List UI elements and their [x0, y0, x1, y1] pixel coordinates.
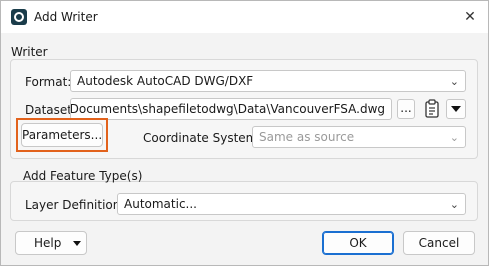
clipboard-icon[interactable] — [424, 99, 440, 118]
feature-type-group-label: Add Feature Type(s) — [23, 169, 143, 183]
help-menu-arrow-icon — [73, 241, 81, 246]
dataset-menu-button[interactable] — [446, 99, 466, 119]
format-select[interactable]: Autodesk AutoCAD DWG/DXF ⌄ — [70, 70, 466, 92]
format-value: Autodesk AutoCAD DWG/DXF — [77, 74, 254, 88]
dataset-value: izard\Documents\shapefiletodwg\Data\Vanc… — [70, 102, 385, 116]
add-writer-dialog: Add Writer ✕ Writer Format: Autodesk Aut… — [0, 0, 489, 266]
triangle-down-icon — [451, 106, 461, 112]
close-icon[interactable]: ✕ — [459, 6, 481, 28]
help-button[interactable]: Help — [15, 231, 87, 255]
title-bar: Add Writer ✕ — [1, 1, 488, 33]
app-icon — [11, 9, 27, 25]
coordsys-value: Same as source — [259, 130, 355, 144]
chevron-down-icon: ⌄ — [449, 131, 459, 144]
dataset-field[interactable]: izard\Documents\shapefiletodwg\Data\Vanc… — [70, 98, 392, 120]
layer-definition-label: Layer Definition: — [25, 198, 125, 212]
ok-button[interactable]: OK — [322, 231, 394, 255]
layer-definition-select[interactable]: Automatic... ⌄ — [117, 193, 466, 215]
dataset-label: Dataset: — [25, 103, 77, 117]
chevron-down-icon: ⌄ — [449, 75, 459, 88]
parameters-button[interactable]: Parameters... — [21, 123, 103, 147]
format-label: Format: — [25, 75, 72, 89]
browse-button[interactable]: ... — [397, 99, 415, 119]
writer-group-label: Writer — [11, 45, 48, 59]
coordsys-label: Coordinate System: — [143, 131, 262, 145]
coordsys-select: Same as source ⌄ — [252, 126, 466, 148]
chevron-down-icon: ⌄ — [449, 198, 459, 211]
cancel-button[interactable]: Cancel — [403, 231, 475, 255]
window-title: Add Writer — [34, 10, 98, 24]
layer-definition-value: Automatic... — [124, 197, 197, 211]
help-button-label: Help — [34, 236, 62, 250]
